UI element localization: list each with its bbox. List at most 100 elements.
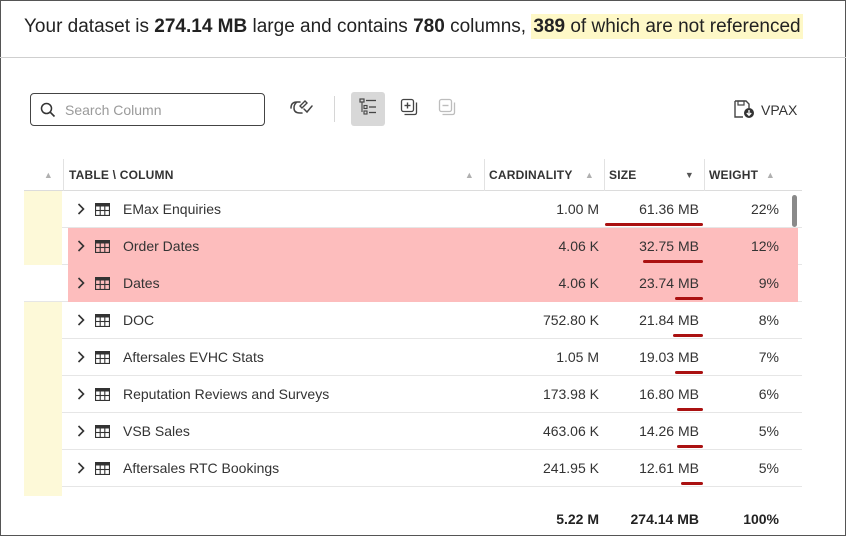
- table-body: EMax Enquiries 1.00 M 61.36 MB 22% Order: [24, 191, 802, 496]
- sort-up-icon: ▲: [765, 170, 775, 180]
- row-name: Aftersales EVHC Stats: [123, 349, 264, 365]
- table-icon: [94, 424, 111, 439]
- table-row[interactable]: Dates 4.06 K 23.74 MB 9%: [24, 265, 802, 302]
- size-underline: [677, 445, 703, 448]
- header-size[interactable]: SIZE ▼: [605, 159, 705, 191]
- unreferenced-highlight: 389 of which are not referenced: [531, 14, 803, 39]
- chevron-right-icon[interactable]: [74, 349, 88, 365]
- row-cardinality: 752.80 K: [542, 312, 599, 328]
- row-name: Dates: [123, 275, 160, 291]
- dataset-summary: Your dataset is 274.14 MB large and cont…: [24, 14, 840, 40]
- table-row[interactable]: DOC 752.80 K 21.84 MB 8%: [24, 302, 802, 339]
- collapse-all-button[interactable]: [430, 92, 464, 126]
- header-marker-column[interactable]: ▲: [24, 159, 64, 191]
- table-row[interactable]: Reputation Reviews and Surveys 173.98 K …: [24, 376, 802, 413]
- row-name: VSB Sales: [123, 423, 190, 439]
- table-icon: [94, 461, 111, 476]
- collapse-all-icon: [438, 98, 456, 121]
- row-name: Aftersales RTC Bookings: [123, 460, 280, 476]
- row-cardinality: 173.98 K: [542, 386, 599, 402]
- chevron-right-icon[interactable]: [74, 275, 88, 291]
- row-size: 19.03 MB: [639, 349, 699, 365]
- vpax-label: VPAX: [761, 102, 798, 118]
- table-row[interactable]: Aftersales EVHC Stats 1.05 M 19.03 MB 7%: [24, 339, 802, 376]
- tree-view-button[interactable]: [351, 92, 385, 126]
- columns-table: ▲ TABLE \ COLUMN ▲ CARDINALITY ▲ SIZE ▼ …: [24, 159, 802, 496]
- search-box[interactable]: [30, 93, 265, 126]
- table-row[interactable]: Order Dates 4.06 K 32.75 MB 12%: [24, 228, 802, 265]
- row-cardinality: 241.95 K: [542, 460, 599, 476]
- unlink-button[interactable]: [284, 92, 318, 126]
- vpax-button[interactable]: VPAX: [733, 97, 797, 123]
- row-cardinality: 1.05 M: [556, 349, 599, 365]
- unreferenced-marker: [24, 265, 62, 302]
- table-icon: [94, 387, 111, 402]
- unreferenced-marker: [24, 302, 62, 339]
- header-cardinality[interactable]: CARDINALITY ▲: [485, 159, 605, 191]
- row-size: 14.26 MB: [639, 423, 699, 439]
- row-weight: 5%: [758, 460, 779, 476]
- table-icon: [94, 350, 111, 365]
- row-weight: 9%: [758, 275, 779, 291]
- expand-all-button[interactable]: [392, 92, 426, 126]
- header-label: SIZE: [609, 168, 637, 182]
- summary-text: columns,: [450, 16, 527, 37]
- row-size: 32.75 MB: [639, 238, 699, 254]
- row-size: 21.84 MB: [639, 312, 699, 328]
- size-underline: [643, 260, 703, 263]
- table-icon: [94, 313, 111, 328]
- unreferenced-marker: [24, 413, 62, 450]
- size-underline: [675, 371, 703, 374]
- header-label: CARDINALITY: [489, 168, 573, 182]
- chevron-right-icon[interactable]: [74, 238, 88, 254]
- table-row[interactable]: Aftersales RTC Bookings 241.95 K 12.61 M…: [24, 450, 802, 487]
- unreferenced-marker: [24, 339, 62, 376]
- table-row[interactable]: EMax Enquiries 1.00 M 61.36 MB 22%: [24, 191, 802, 228]
- sort-up-icon: ▲: [43, 170, 53, 180]
- header-divider: [0, 57, 846, 58]
- unreferenced-marker: [24, 228, 62, 265]
- size-underline: [605, 223, 703, 226]
- vertical-scrollbar[interactable]: [792, 195, 797, 227]
- unreferenced-marker: [24, 487, 62, 496]
- header-table-column[interactable]: TABLE \ COLUMN ▲: [64, 159, 485, 191]
- row-name: Order Dates: [123, 238, 200, 254]
- size-underline: [675, 297, 703, 300]
- row-weight: 5%: [758, 423, 779, 439]
- sort-down-icon: ▼: [684, 170, 694, 180]
- chevron-right-icon[interactable]: [74, 460, 88, 476]
- summary-text: of which are not referenced: [570, 16, 801, 37]
- expand-all-icon: [400, 98, 418, 121]
- header-weight[interactable]: WEIGHT ▲: [705, 159, 785, 191]
- row-size: 12.61 MB: [639, 460, 699, 476]
- row-cardinality: 4.06 K: [558, 238, 599, 254]
- row-weight: 12%: [750, 238, 779, 254]
- toolbar-separator: [334, 96, 335, 122]
- summary-unreferenced-count: 389: [533, 16, 566, 37]
- row-weight: 6%: [758, 386, 779, 402]
- table-row[interactable]: VSB Sales 463.06 K 14.26 MB 5%: [24, 413, 802, 450]
- summary-text: large and contains: [252, 16, 408, 37]
- row-name: DOC: [123, 312, 155, 328]
- row-cardinality: 463.06 K: [542, 423, 599, 439]
- size-underline: [673, 334, 703, 337]
- unreferenced-marker: [24, 376, 62, 413]
- size-underline: [681, 482, 703, 485]
- size-underline: [677, 408, 703, 411]
- total-cardinality: 5.22 M: [556, 511, 599, 527]
- chevron-right-icon[interactable]: [74, 201, 88, 217]
- header-label: WEIGHT: [709, 168, 759, 182]
- chevron-right-icon[interactable]: [74, 386, 88, 402]
- unreferenced-marker: [24, 450, 62, 487]
- chevron-right-icon[interactable]: [74, 423, 88, 439]
- row-size: 61.36 MB: [639, 201, 699, 217]
- total-size: 274.14 MB: [630, 511, 699, 527]
- tree-view-icon: [359, 97, 377, 121]
- chevron-right-icon[interactable]: [74, 312, 88, 328]
- row-size: 16.80 MB: [639, 386, 699, 402]
- search-input[interactable]: [65, 101, 255, 118]
- row-cardinality: 1.00 M: [556, 201, 599, 217]
- table-header: ▲ TABLE \ COLUMN ▲ CARDINALITY ▲ SIZE ▼ …: [24, 159, 802, 191]
- table-icon: [94, 239, 111, 254]
- unlink-icon: [288, 96, 314, 123]
